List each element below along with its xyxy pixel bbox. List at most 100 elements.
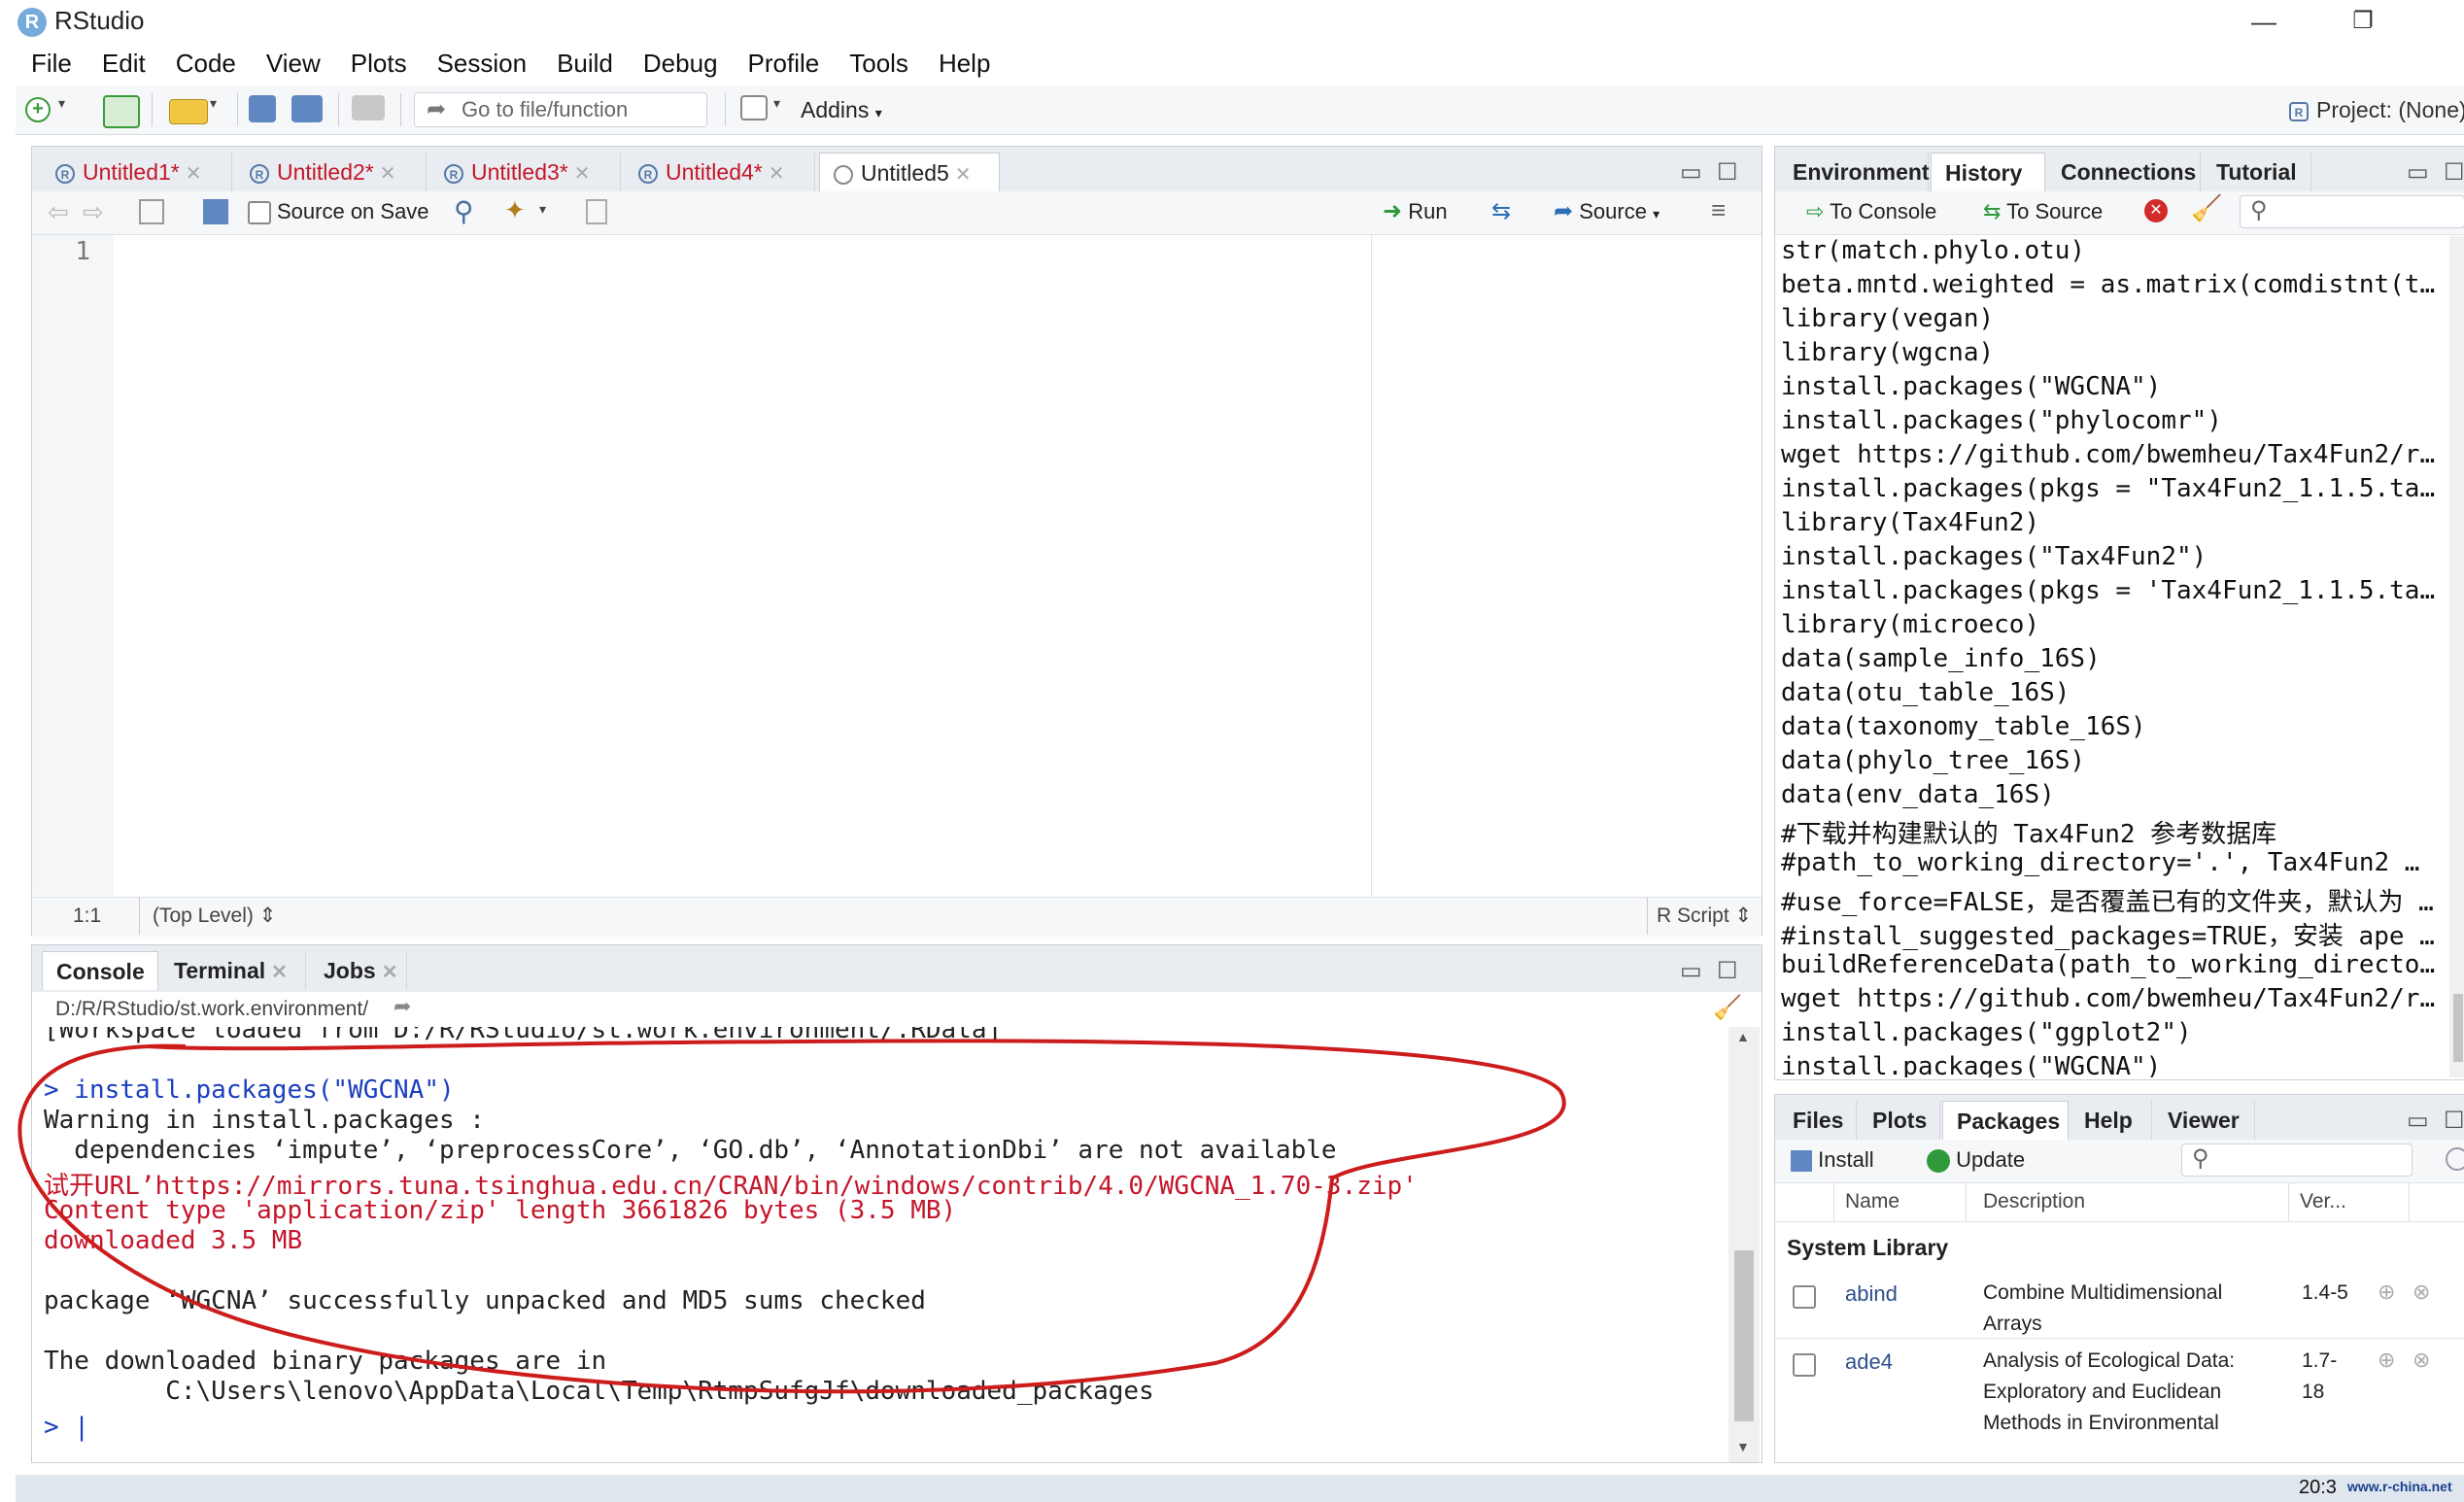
menu-lines-icon[interactable]: ≡ xyxy=(1711,195,1726,225)
menu-profile[interactable]: Profile xyxy=(748,49,820,79)
menu-view[interactable]: View xyxy=(266,49,321,79)
project-menu[interactable]: R Project: (None) xyxy=(2289,93,2464,126)
source-button[interactable]: ➦ Source ▾ xyxy=(1554,195,1660,230)
close-icon[interactable]: ✕ xyxy=(574,163,591,185)
minimize-pane-icon[interactable]: ▭ xyxy=(2407,158,2429,187)
column-description[interactable]: Description xyxy=(1983,1182,2085,1221)
console-scrollbar[interactable]: ▲ ▼ xyxy=(1728,1027,1760,1462)
history-entry[interactable]: install.packages("Tax4Fun2") xyxy=(1781,542,2207,571)
run-button[interactable]: ➜ Run xyxy=(1383,195,1448,228)
new-file-icon[interactable]: + xyxy=(25,97,51,122)
close-icon[interactable]: ✕ xyxy=(186,163,202,185)
history-entry[interactable]: #use_force=FALSE，是否覆盖已有的文件夹，默认为 … xyxy=(1781,882,2434,918)
tab-history[interactable]: History xyxy=(1931,153,2045,191)
history-entry[interactable]: install.packages("WGCNA") xyxy=(1781,1052,2161,1077)
package-checkbox[interactable] xyxy=(1793,1285,1816,1309)
to-console-button[interactable]: ⇨ To Console xyxy=(1806,195,1936,228)
update-button[interactable]: Update xyxy=(1927,1144,2025,1177)
tab-viewer[interactable]: Viewer xyxy=(2154,1101,2255,1140)
history-entry[interactable]: data(sample_info_16S) xyxy=(1781,644,2101,673)
restore-icon[interactable]: ❐ xyxy=(2324,0,2402,43)
addins-menu[interactable]: Addins ▾ xyxy=(801,93,882,129)
clear-console-icon[interactable]: 🧹 xyxy=(1713,994,1742,1022)
tab-untitled4[interactable]: R Untitled4* ✕ xyxy=(625,153,815,191)
close-icon[interactable]: ✕ xyxy=(955,164,972,186)
history-list[interactable]: str(match.phylo.otu) beta.mntd.weighted =… xyxy=(1775,236,2446,1077)
menu-help[interactable]: Help xyxy=(939,49,990,79)
file-type-selector[interactable]: R Script ⇕ xyxy=(1657,898,1752,935)
history-entry[interactable]: beta.mntd.weighted = as.matrix(comdistnt… xyxy=(1781,270,2435,299)
minimize-icon[interactable]: — xyxy=(2225,0,2303,43)
magic-wand-icon[interactable]: ✦ xyxy=(504,195,526,225)
menu-debug[interactable]: Debug xyxy=(643,49,718,79)
tab-untitled5[interactable]: Untitled5 ✕ xyxy=(819,153,1000,191)
tab-untitled3[interactable]: R Untitled3* ✕ xyxy=(430,153,621,191)
tab-jobs[interactable]: Jobs ✕ xyxy=(310,951,407,990)
history-entry[interactable]: install.packages("ggplot2") xyxy=(1781,1018,2192,1047)
tab-terminal[interactable]: Terminal ✕ xyxy=(160,951,306,990)
history-entry[interactable]: install.packages("phylocomr") xyxy=(1781,406,2222,435)
column-version[interactable]: Ver... xyxy=(2300,1182,2346,1221)
menu-file[interactable]: File xyxy=(31,49,72,79)
remove-package-icon[interactable]: ⊗ xyxy=(2413,1348,2430,1373)
back-arrow-icon[interactable]: ⇦ xyxy=(48,197,69,227)
column-name[interactable]: Name xyxy=(1845,1182,1899,1221)
scroll-down-icon[interactable]: ▼ xyxy=(1736,1439,1750,1454)
history-entry[interactable]: data(phylo_tree_16S) xyxy=(1781,746,2085,775)
close-icon[interactable]: ✕ xyxy=(769,163,785,185)
history-entry[interactable]: wget https://github.com/bwemheu/Tax4Fun2… xyxy=(1781,440,2435,469)
layout-dropdown-icon[interactable]: ▾ xyxy=(773,95,787,124)
history-entry[interactable]: library(Tax4Fun2) xyxy=(1781,508,2039,537)
to-source-button[interactable]: ⇆ To Source xyxy=(1983,195,2103,228)
history-search-input[interactable]: ⚲ xyxy=(2240,195,2464,228)
broom-icon[interactable]: 🧹 xyxy=(2191,193,2222,223)
remove-package-icon[interactable]: ⊗ xyxy=(2413,1280,2430,1305)
save-icon[interactable] xyxy=(203,199,228,224)
document-outline-icon[interactable] xyxy=(586,199,607,224)
history-entry[interactable]: data(env_data_16S) xyxy=(1781,780,2055,809)
new-file-dropdown-icon[interactable]: ▾ xyxy=(58,95,72,124)
maximize-pane-icon[interactable]: ☐ xyxy=(1717,957,1738,985)
wand-dropdown-icon[interactable]: ▾ xyxy=(539,201,546,218)
tab-plots[interactable]: Plots xyxy=(1859,1101,1940,1140)
maximize-pane-icon[interactable]: ☐ xyxy=(1717,158,1738,187)
history-entry[interactable]: install.packages(pkgs = 'Tax4Fun2_1.1.5.… xyxy=(1781,576,2435,605)
print-icon[interactable] xyxy=(352,95,385,120)
history-entry[interactable]: install.packages("WGCNA") xyxy=(1781,372,2161,401)
menu-plots[interactable]: Plots xyxy=(351,49,407,79)
history-entry[interactable]: str(match.phylo.otu) xyxy=(1781,236,2085,265)
open-file-icon[interactable] xyxy=(169,99,208,124)
history-entry[interactable]: #install_suggested_packages=TRUE，安装 ape … xyxy=(1781,916,2435,952)
tab-packages[interactable]: Packages xyxy=(1942,1101,2069,1140)
remove-entry-icon[interactable]: ✕ xyxy=(2144,199,2168,222)
history-entry[interactable]: wget https://github.com/bwemheu/Tax4Fun2… xyxy=(1781,984,2435,1013)
code-editor-area[interactable] xyxy=(114,235,1762,896)
save-icon[interactable] xyxy=(249,95,276,122)
minimize-pane-icon[interactable]: ▭ xyxy=(1680,957,1702,985)
history-entry[interactable]: buildReferenceData(path_to_working_direc… xyxy=(1781,950,2435,979)
tab-connections[interactable]: Connections xyxy=(2047,153,2201,191)
go-to-directory-icon[interactable]: ➦ xyxy=(394,994,411,1019)
menu-tools[interactable]: Tools xyxy=(849,49,908,79)
history-entry[interactable]: install.packages(pkgs = "Tax4Fun2_1.1.5.… xyxy=(1781,474,2435,503)
history-entry[interactable]: #下载并构建默认的 Tax4Fun2 参考数据库 xyxy=(1781,814,2276,850)
tab-untitled2[interactable]: R Untitled2* ✕ xyxy=(236,153,427,191)
menu-code[interactable]: Code xyxy=(176,49,236,79)
menu-edit[interactable]: Edit xyxy=(102,49,146,79)
tab-console[interactable]: Console xyxy=(42,951,158,990)
open-file-dropdown-icon[interactable]: ▾ xyxy=(210,95,223,124)
source-on-save-checkbox[interactable] xyxy=(248,201,271,224)
search-icon[interactable]: ⚲ xyxy=(454,195,474,227)
rerun-icon[interactable]: ⇆ xyxy=(1491,195,1511,228)
packages-search-input[interactable]: ⚲ xyxy=(2181,1144,2413,1177)
forward-arrow-icon[interactable]: ⇨ xyxy=(83,197,104,227)
maximize-pane-icon[interactable]: ☐ xyxy=(2444,158,2464,187)
tab-files[interactable]: Files xyxy=(1779,1101,1857,1140)
maximize-pane-icon[interactable]: ☐ xyxy=(2444,1107,2464,1135)
package-checkbox[interactable] xyxy=(1793,1353,1816,1377)
show-in-window-icon[interactable] xyxy=(139,199,164,224)
scroll-thumb[interactable] xyxy=(1734,1250,1754,1421)
install-button[interactable]: Install xyxy=(1791,1144,1874,1177)
new-project-icon[interactable] xyxy=(103,95,140,128)
scroll-up-icon[interactable]: ▲ xyxy=(1736,1029,1750,1044)
